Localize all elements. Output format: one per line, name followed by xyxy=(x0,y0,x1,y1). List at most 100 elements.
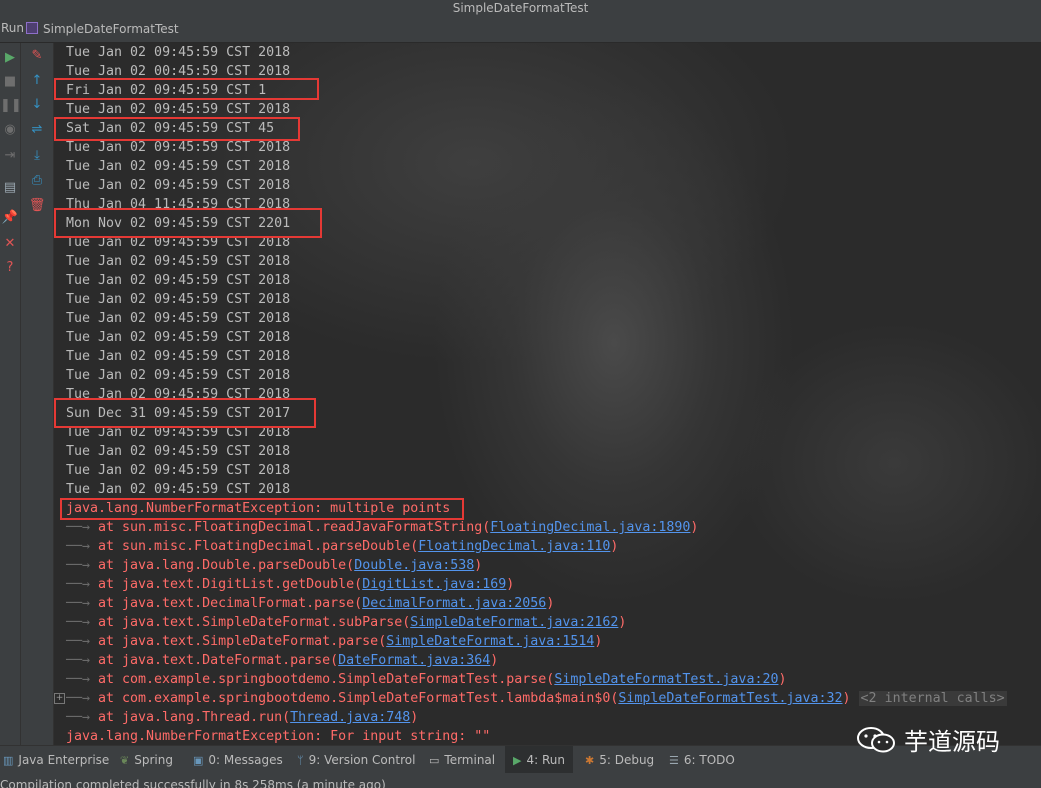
highlight-box xyxy=(54,117,300,141)
pin-icon[interactable]: 📌 xyxy=(0,211,20,225)
status-bar: Compilation completed successfully in 8s… xyxy=(0,773,1041,788)
up-arrow-icon[interactable]: ↑ xyxy=(27,74,47,88)
source-link[interactable]: SimpleDateFormatTest.java:20 xyxy=(554,672,778,687)
highlight-box xyxy=(54,208,322,238)
version-control-icon: ᛘ xyxy=(297,754,304,767)
source-link[interactable]: DigitList.java:169 xyxy=(362,577,506,592)
scroll-to-end-icon[interactable]: ⤓ xyxy=(27,149,47,163)
source-link[interactable]: SimpleDateFormat.java:1514 xyxy=(386,634,594,649)
console-date-line: Tue Jan 02 09:45:59 CST 2018 xyxy=(66,273,291,288)
console-date-line: Tue Jan 02 09:45:59 CST 2018 xyxy=(66,159,291,174)
tab-todo[interactable]: ☰ 6: TODO xyxy=(669,746,735,774)
run-tool-window-header: Run SimpleDateFormatTest xyxy=(0,16,1041,43)
spring-leaf-icon: ❦ xyxy=(120,754,130,767)
window-title: SimpleDateFormatTest xyxy=(452,1,589,15)
indent-arrow-icon: ──→ xyxy=(66,634,91,649)
console-output[interactable]: Tue Jan 02 09:45:59 CST 2018 Tue Jan 02 … xyxy=(54,43,1041,745)
source-link[interactable]: FloatingDecimal.java:110 xyxy=(418,539,610,554)
stack-trace-line: ──→ at com.example.springbootdemo.SimpleD… xyxy=(66,672,787,687)
stack-trace-line: ──→ at java.lang.Thread.run(Thread.java:7… xyxy=(66,710,419,725)
tab-messages[interactable]: ▣ 0: Messages xyxy=(193,746,283,774)
close-icon[interactable]: ✕ xyxy=(0,237,20,251)
stack-trace-line: ──→ at sun.misc.FloatingDecimal.parseDoub… xyxy=(66,539,619,554)
console-date-line: Tue Jan 02 09:45:59 CST 2018 xyxy=(66,444,291,459)
console-date-line: Tue Jan 02 09:45:59 CST 2018 xyxy=(66,178,291,193)
exit-icon[interactable]: ⇥ xyxy=(0,149,20,163)
java-enterprise-icon: ▥ xyxy=(3,754,14,767)
indent-arrow-icon: ──→ xyxy=(66,672,91,687)
indent-arrow-icon: ──→ xyxy=(66,558,91,573)
stack-trace-line: ──→ at java.text.DigitList.getDouble(Digi… xyxy=(66,577,515,592)
source-link[interactable]: SimpleDateFormatTest.java:32 xyxy=(618,691,842,706)
console-date-line: Tue Jan 02 09:45:59 CST 2018 xyxy=(66,254,291,269)
stack-trace-line: ──→ at java.text.DecimalFormat.parse(Deci… xyxy=(66,596,555,611)
stop-icon[interactable]: ■ xyxy=(0,75,20,89)
run-config-tab[interactable]: SimpleDateFormatTest xyxy=(22,19,183,39)
layout-icon[interactable]: ▤ xyxy=(0,181,20,195)
tab-run[interactable]: ▶ 4: Run xyxy=(505,746,573,774)
console-date-line: Tue Jan 02 09:45:59 CST 2018 xyxy=(66,45,291,60)
run-toolbar-secondary: ✎ ↑ ↓ ⇌ ⤓ ⎙ 🗑 xyxy=(21,43,54,745)
debug-icon: ✱ xyxy=(585,754,595,767)
console-date-line: Tue Jan 02 09:45:59 CST 2018 xyxy=(66,368,291,383)
indent-arrow-icon: ──→ xyxy=(66,596,91,611)
source-link[interactable]: FloatingDecimal.java:1890 xyxy=(490,520,690,535)
indent-arrow-icon: ──→ xyxy=(66,691,91,706)
highlight-box xyxy=(54,398,316,428)
indent-arrow-icon: ──→ xyxy=(66,520,91,535)
source-link[interactable]: DecimalFormat.java:2056 xyxy=(362,596,546,611)
highlight-box xyxy=(54,78,319,100)
source-link[interactable]: SimpleDateFormat.java:2162 xyxy=(410,615,618,630)
stack-trace-line: ──→ at java.text.SimpleDateFormat.parse(S… xyxy=(66,634,603,649)
indent-arrow-icon: ──→ xyxy=(66,710,91,725)
source-link[interactable]: Double.java:538 xyxy=(354,558,474,573)
run-icon: ▶ xyxy=(513,754,522,767)
console-date-line: Tue Jan 02 09:45:59 CST 2018 xyxy=(66,292,291,307)
print-icon[interactable]: ⎙ xyxy=(27,174,47,188)
stack-trace-line: ──→ at java.text.SimpleDateFormat.subPars… xyxy=(66,615,627,630)
camera-icon[interactable]: ◉ xyxy=(0,123,20,137)
window-title-bar: SimpleDateFormatTest xyxy=(0,0,1041,16)
indent-arrow-icon: ──→ xyxy=(66,615,91,630)
watermark-text: 芋道源码 xyxy=(904,728,1000,756)
watermark: 芋道源码 xyxy=(856,722,1000,762)
console-date-line: Tue Jan 02 09:45:59 CST 2018 xyxy=(66,463,291,478)
console-date-line: Tue Jan 02 09:45:59 CST 2018 xyxy=(66,330,291,345)
wechat-logo-icon xyxy=(857,727,895,753)
run-panel-label: Run xyxy=(1,21,25,35)
highlight-box xyxy=(60,498,464,520)
soft-wrap-icon[interactable]: ⇌ xyxy=(27,123,47,137)
expand-fold-icon[interactable]: + xyxy=(54,693,65,704)
console-date-line: Tue Jan 02 09:45:59 CST 2018 xyxy=(66,311,291,326)
rerun-icon[interactable]: ▶ xyxy=(0,51,20,65)
run-toolbar-primary: ▶ ■ ❚❚ ◉ ⇥ ▤ 📌 ✕ ? xyxy=(0,43,22,745)
tab-spring[interactable]: ❦ Spring xyxy=(120,746,173,774)
indent-arrow-icon: ──→ xyxy=(66,539,91,554)
run-config-tab-label: SimpleDateFormatTest xyxy=(43,22,179,36)
indent-arrow-icon: ──→ xyxy=(66,653,91,668)
terminal-icon: ▭ xyxy=(429,754,440,767)
indent-arrow-icon: ──→ xyxy=(66,577,91,592)
stack-trace-line: ──→ at sun.misc.FloatingDecimal.readJavaF… xyxy=(66,520,699,535)
tab-debug[interactable]: ✱ 5: Debug xyxy=(585,746,654,774)
source-link[interactable]: DateFormat.java:364 xyxy=(338,653,490,668)
internal-calls-fold[interactable]: <2 internal calls> xyxy=(858,691,1007,706)
status-text: Compilation completed successfully in 8s… xyxy=(0,778,386,788)
tab-terminal[interactable]: ▭ Terminal xyxy=(429,746,495,774)
messages-icon: ▣ xyxy=(193,754,204,767)
stack-trace-line: ──→ at java.text.DateFormat.parse(DateFor… xyxy=(66,653,499,668)
down-arrow-icon[interactable]: ↓ xyxy=(27,98,47,112)
stack-trace-line: ──→ at com.example.springbootdemo.SimpleD… xyxy=(66,691,1007,706)
pause-icon[interactable]: ❚❚ xyxy=(0,99,22,113)
source-link[interactable]: Thread.java:748 xyxy=(290,710,410,725)
trash-icon[interactable]: 🗑 xyxy=(27,199,47,213)
clear-edit-icon[interactable]: ✎ xyxy=(27,49,47,63)
help-icon[interactable]: ? xyxy=(0,261,20,275)
console-date-line: Tue Jan 02 09:45:59 CST 2018 xyxy=(66,349,291,364)
run-config-icon xyxy=(26,22,38,34)
stack-trace-line: ──→ at java.lang.Double.parseDouble(Doubl… xyxy=(66,558,483,573)
todo-icon: ☰ xyxy=(669,754,679,767)
tab-java-enterprise[interactable]: ▥ Java Enterprise xyxy=(3,746,109,774)
tab-version-control[interactable]: ᛘ 9: Version Control xyxy=(297,746,415,774)
console-date-line: Tue Jan 02 09:45:59 CST 2018 xyxy=(66,482,291,497)
